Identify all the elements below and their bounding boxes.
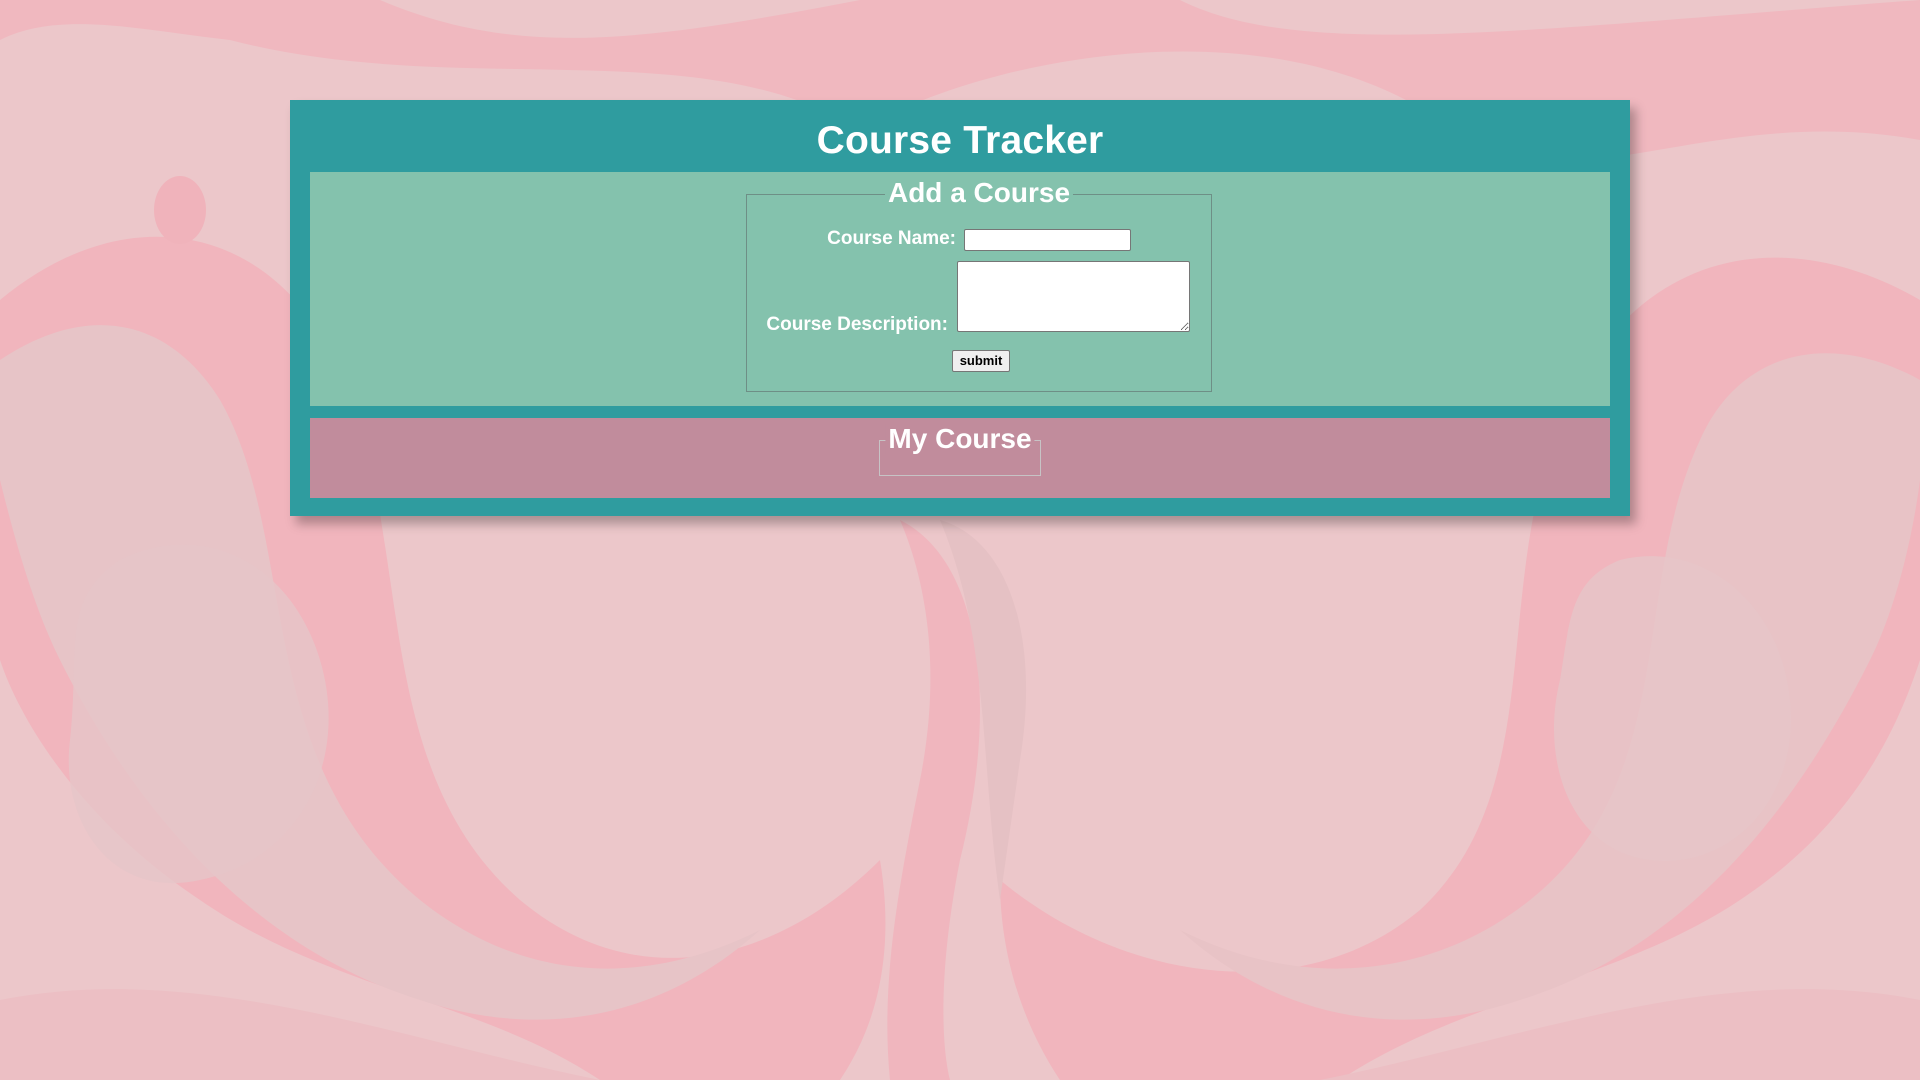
my-course-panel: My Course — [310, 418, 1610, 498]
course-description-textarea[interactable] — [957, 261, 1190, 332]
page-title: Course Tracker — [816, 119, 1104, 162]
course-name-label: Course Name: — [827, 228, 956, 249]
submit-button[interactable]: submit — [952, 350, 1010, 372]
my-course-legend: My Course — [885, 424, 1035, 454]
my-course-fieldset: My Course — [879, 424, 1041, 476]
add-course-legend: Add a Course — [884, 178, 1074, 208]
course-name-input[interactable] — [964, 229, 1131, 251]
add-course-fieldset: Add a Course Course Name: Course Descrip… — [746, 178, 1212, 392]
add-course-panel: Add a Course Course Name: Course Descrip… — [310, 172, 1610, 406]
course-tracker-card: Course Tracker Add a Course Course Name:… — [290, 100, 1630, 516]
course-description-label: Course Description: — [766, 314, 948, 335]
